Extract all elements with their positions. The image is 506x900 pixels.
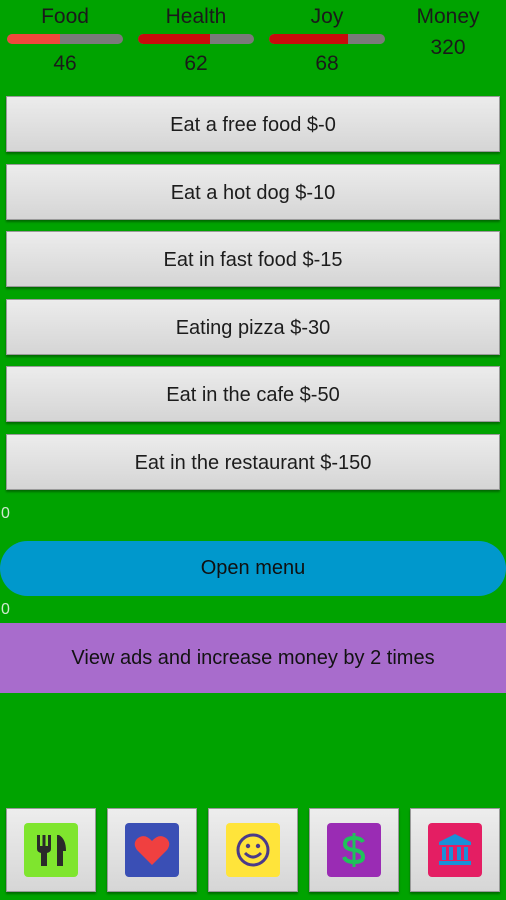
eat-restaurant-button[interactable]: Eat in the restaurant $-150 [6,434,500,490]
stat-joy-value: 68 [315,52,339,75]
nav-joy-button[interactable] [208,808,298,892]
stat-health-label: Health [165,5,227,28]
open-menu-button[interactable]: Open menu [0,541,506,596]
smiley-icon [226,823,280,877]
stat-joy-label: Joy [310,5,344,28]
eat-pizza-button[interactable]: Eating pizza $-30 [6,299,500,355]
counter-bottom: 0 [1,601,10,618]
food-bar [7,34,123,44]
eat-fast-food-button[interactable]: Eat in fast food $-15 [6,231,500,287]
stat-money: Money 320 [389,0,506,66]
stat-health: Health 62 [137,0,255,82]
heart-icon [125,823,179,877]
food-bar-fill [7,34,61,44]
eat-cafe-button[interactable]: Eat in the cafe $-50 [6,366,500,422]
counter-top: 0 [1,505,10,522]
stats-bar: Food 46 Health 62 Joy 68 Money 320 [0,0,506,90]
stat-food-label: Food [41,5,89,28]
view-ads-button[interactable]: View ads and increase money by 2 times [0,623,506,693]
nav-money-button[interactable] [309,808,399,892]
fork-knife-icon [24,823,78,877]
nav-food-button[interactable] [6,808,96,892]
nav-health-button[interactable] [107,808,197,892]
health-bar-fill [138,34,210,44]
stat-food: Food 46 [6,0,124,82]
stat-joy: Joy 68 [268,0,386,82]
stat-food-value: 46 [53,52,77,75]
health-bar [138,34,254,44]
dollar-icon [327,823,381,877]
eat-free-food-button[interactable]: Eat a free food $-0 [6,96,500,152]
eat-hot-dog-button[interactable]: Eat a hot dog $-10 [6,164,500,220]
joy-bar [269,34,385,44]
stat-health-value: 62 [184,52,208,75]
nav-bank-button[interactable] [410,808,500,892]
joy-bar-fill [269,34,348,44]
stat-money-label: Money [416,5,480,28]
bank-icon [428,823,482,877]
stat-money-value: 320 [430,36,466,59]
